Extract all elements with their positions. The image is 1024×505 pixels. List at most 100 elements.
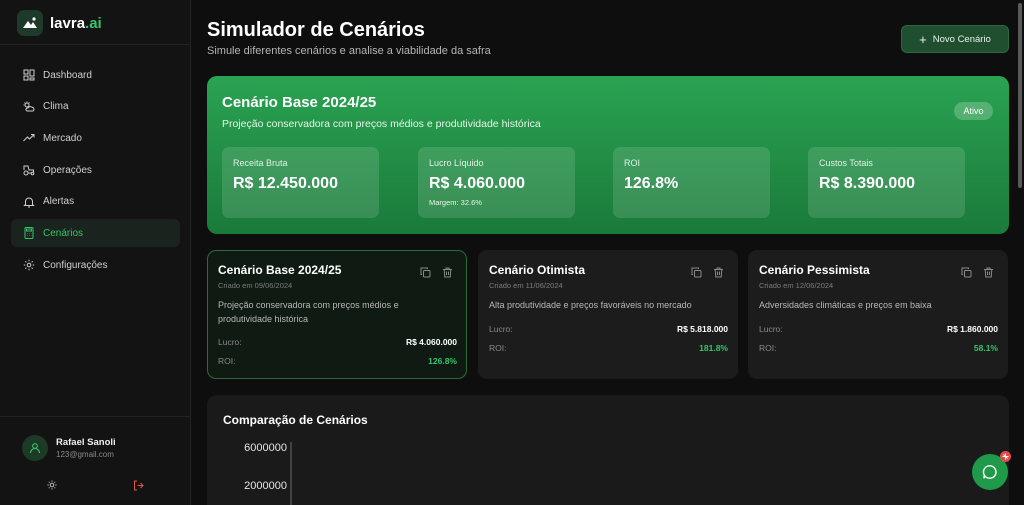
theme-toggle-button[interactable] xyxy=(45,478,59,492)
profit-label: Lucro: xyxy=(218,337,242,347)
metric-value: R$ 12.450.000 xyxy=(233,175,338,192)
dashboard-icon xyxy=(23,69,35,81)
spark-icon xyxy=(1002,453,1009,460)
scenario-date: Criado em 12/06/2024 xyxy=(759,281,834,290)
main-content: Simulador de Cenários Simule diferentes … xyxy=(191,0,1024,505)
trash-icon xyxy=(984,267,993,278)
hero-description: Projeção conservadora com preços médios … xyxy=(222,118,541,130)
divider xyxy=(0,44,190,45)
profit-value: R$ 1.860.000 xyxy=(946,324,998,334)
scenario-roi-row: ROI: 126.8% xyxy=(218,356,457,366)
notification-badge xyxy=(1000,451,1011,462)
metric-margin: Margem: 32.6% xyxy=(429,198,482,207)
scenario-description: Adversidades climáticas e preços em baix… xyxy=(759,300,932,310)
metric-label: Lucro Líquido xyxy=(429,158,484,168)
scenario-date: Criado em 09/06/2024 xyxy=(218,281,293,290)
comparison-chart-panel: Comparação de Cenários 6000000 2000000 xyxy=(207,395,1009,505)
avatar xyxy=(22,435,48,461)
copy-icon xyxy=(420,267,431,278)
sidebar-item-label: Cenários xyxy=(43,227,84,239)
hero-title: Cenário Base 2024/25 xyxy=(222,94,377,111)
active-scenario-hero: Cenário Base 2024/25 Projeção conservado… xyxy=(207,76,1009,234)
scenario-title: Cenário Pessimista xyxy=(759,263,870,277)
scenario-card-base[interactable]: Cenário Base 2024/25 Criado em 09/06/202… xyxy=(207,250,467,379)
metric-label: ROI xyxy=(624,158,641,168)
user-profile[interactable]: Rafael Sanoli 123@gmail.com xyxy=(22,435,116,461)
chart-title: Comparação de Cenários xyxy=(223,413,368,427)
profit-value: R$ 4.060.000 xyxy=(405,337,457,347)
scrollbar[interactable] xyxy=(1018,3,1022,188)
user-name: Rafael Sanoli xyxy=(56,437,116,448)
chat-icon xyxy=(982,465,997,479)
duplicate-button[interactable] xyxy=(691,265,702,278)
scenario-card-pessimista[interactable]: Cenário Pessimista Criado em 12/06/2024 … xyxy=(748,250,1008,379)
user-info: Rafael Sanoli 123@gmail.com xyxy=(56,437,116,459)
trending-up-icon xyxy=(23,134,35,142)
delete-button[interactable] xyxy=(713,265,724,278)
roi-value: 58.1% xyxy=(973,343,998,353)
tractor-icon xyxy=(23,165,35,176)
sidebar-item-dashboard[interactable]: Dashboard xyxy=(11,61,180,89)
scenario-profit-row: Lucro: R$ 5.818.000 xyxy=(489,324,728,334)
sidebar-nav: Dashboard Clima Mercado Operações Alerta… xyxy=(11,61,180,283)
user-icon xyxy=(29,443,41,454)
copy-icon xyxy=(961,267,972,278)
duplicate-button[interactable] xyxy=(420,265,431,278)
sun-icon xyxy=(47,480,57,490)
metric-label: Receita Bruta xyxy=(233,158,288,168)
roi-label: ROI: xyxy=(218,356,236,366)
metric-label: Custos Totais xyxy=(819,158,873,168)
sidebar-item-operacoes[interactable]: Operações xyxy=(11,156,180,184)
y-tick-label: 2000000 xyxy=(244,480,287,492)
logout-icon xyxy=(133,480,144,490)
page-subtitle: Simule diferentes cenários e analise a v… xyxy=(207,45,491,57)
scenario-description: Projeção conservadora com preços médios … xyxy=(218,300,399,324)
user-email: 123@gmail.com xyxy=(56,450,114,459)
sidebar-item-label: Configurações xyxy=(43,259,108,271)
y-tick-label: 6000000 xyxy=(244,442,287,454)
mountain-logo-icon xyxy=(17,10,43,36)
scenario-title: Cenário Base 2024/25 xyxy=(218,263,342,277)
sidebar-item-alertas[interactable]: Alertas xyxy=(11,188,180,216)
roi-value: 126.8% xyxy=(428,356,457,366)
new-scenario-button[interactable]: + Novo Cenário xyxy=(901,25,1009,53)
brand-name: lavra.ai xyxy=(50,14,102,32)
sidebar-item-clima[interactable]: Clima xyxy=(11,93,180,121)
scenario-profit-row: Lucro: R$ 4.060.000 xyxy=(218,337,457,347)
metric-card-roi: ROI 126.8% xyxy=(613,147,770,218)
divider xyxy=(0,416,190,417)
profit-value: R$ 5.818.000 xyxy=(676,324,728,334)
comparison-chart: 6000000 2000000 xyxy=(244,442,292,505)
brand[interactable]: lavra.ai xyxy=(17,9,102,37)
metric-value: R$ 8.390.000 xyxy=(819,175,916,192)
sidebar-item-mercado[interactable]: Mercado xyxy=(11,124,180,152)
sidebar-item-label: Operações xyxy=(43,164,92,176)
sidebar: lavra.ai Dashboard Clima Mercado Operaçõ… xyxy=(0,0,191,505)
app-root: lavra.ai Dashboard Clima Mercado Operaçõ… xyxy=(0,0,1024,505)
roi-label: ROI: xyxy=(759,343,777,353)
roi-value: 181.8% xyxy=(699,343,728,353)
logout-button[interactable] xyxy=(131,478,145,492)
page-title: Simulador de Cenários xyxy=(207,19,425,41)
duplicate-button[interactable] xyxy=(961,265,972,278)
copy-icon xyxy=(691,267,702,278)
metric-value: R$ 4.060.000 xyxy=(429,175,526,192)
status-badge: Ativo xyxy=(954,102,993,120)
sidebar-item-configuracoes[interactable]: Configurações xyxy=(11,251,180,279)
scenario-description: Alta produtividade e preços favoráveis n… xyxy=(489,300,692,310)
scenario-card-otimista[interactable]: Cenário Otimista Criado em 11/06/2024 Al… xyxy=(478,250,738,379)
metric-card-receita: Receita Bruta R$ 12.450.000 xyxy=(222,147,379,218)
metric-card-custos: Custos Totais R$ 8.390.000 xyxy=(808,147,965,218)
sidebar-item-label: Clima xyxy=(43,101,69,113)
scenario-title: Cenário Otimista xyxy=(489,263,586,277)
sidebar-item-cenarios[interactable]: Cenários xyxy=(11,219,180,248)
profit-label: Lucro: xyxy=(759,324,783,334)
trash-icon xyxy=(714,267,723,278)
sun-cloud-icon xyxy=(23,101,35,112)
scenario-roi-row: ROI: 58.1% xyxy=(759,343,998,353)
delete-button[interactable] xyxy=(983,265,994,278)
sidebar-item-label: Mercado xyxy=(43,132,82,144)
delete-button[interactable] xyxy=(442,265,453,278)
bell-icon xyxy=(23,197,35,208)
new-scenario-label: Novo Cenário xyxy=(932,33,991,45)
